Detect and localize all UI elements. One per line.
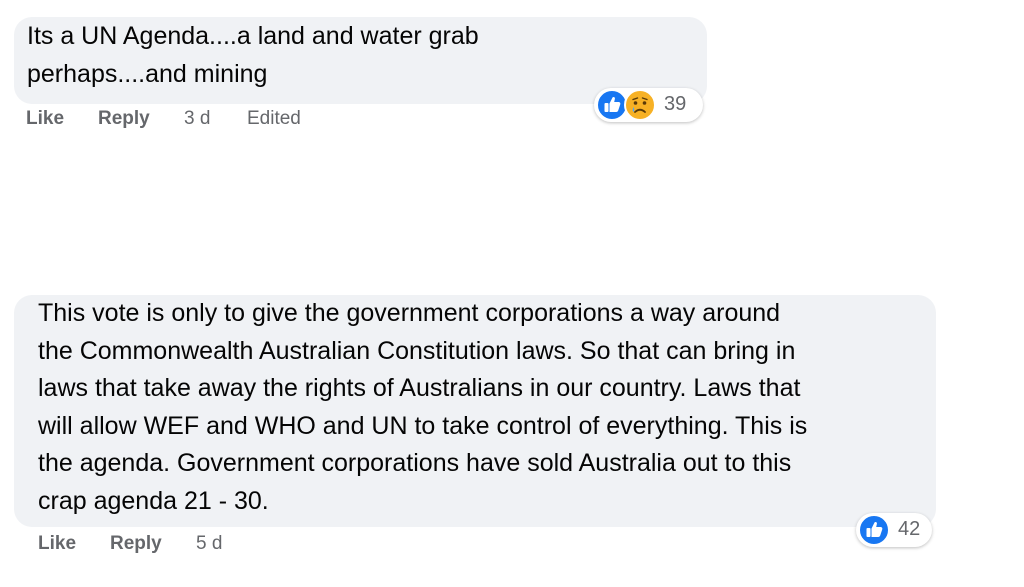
reaction-count: 39 <box>664 93 687 115</box>
comment-text: This vote is only to give the government… <box>38 295 807 520</box>
timestamp[interactable]: 3 d <box>184 108 210 130</box>
comment-line: will allow WEF and WHO and UN to take co… <box>38 411 808 440</box>
sad-icon <box>624 89 656 126</box>
reaction-summary[interactable]: 42 <box>856 513 932 547</box>
comment-line: crap agenda 21 - 30. <box>38 486 269 515</box>
comment-actions: Like Reply 5 d <box>38 533 338 557</box>
comment-line: the agenda. Government corporations have… <box>38 449 792 477</box>
comment-text: Its a UN Agenda....a land and water grab… <box>27 18 479 93</box>
reaction-count: 42 <box>898 518 921 540</box>
reply-button[interactable]: Reply <box>110 533 162 555</box>
edited-label[interactable]: Edited <box>247 108 301 130</box>
comment-actions: Like Reply 3 d Edited <box>26 108 426 132</box>
like-icon <box>858 514 890 551</box>
reaction-summary[interactable]: 39 <box>594 88 703 122</box>
comment-line: This vote is only to give the government… <box>38 299 781 327</box>
reply-button[interactable]: Reply <box>98 108 150 130</box>
timestamp[interactable]: 5 d <box>196 533 222 555</box>
comment-line: Its a UN Agenda....a land and water grab <box>27 22 479 50</box>
comment-line: perhaps....and mining <box>27 59 268 88</box>
comment-line: the Commonwealth Australian Constitution… <box>38 336 796 365</box>
like-button[interactable]: Like <box>38 533 76 555</box>
comment-line: laws that take away the rights of Austra… <box>38 374 801 402</box>
comment-bubble: This vote is only to give the government… <box>14 295 936 527</box>
like-button[interactable]: Like <box>26 108 64 130</box>
